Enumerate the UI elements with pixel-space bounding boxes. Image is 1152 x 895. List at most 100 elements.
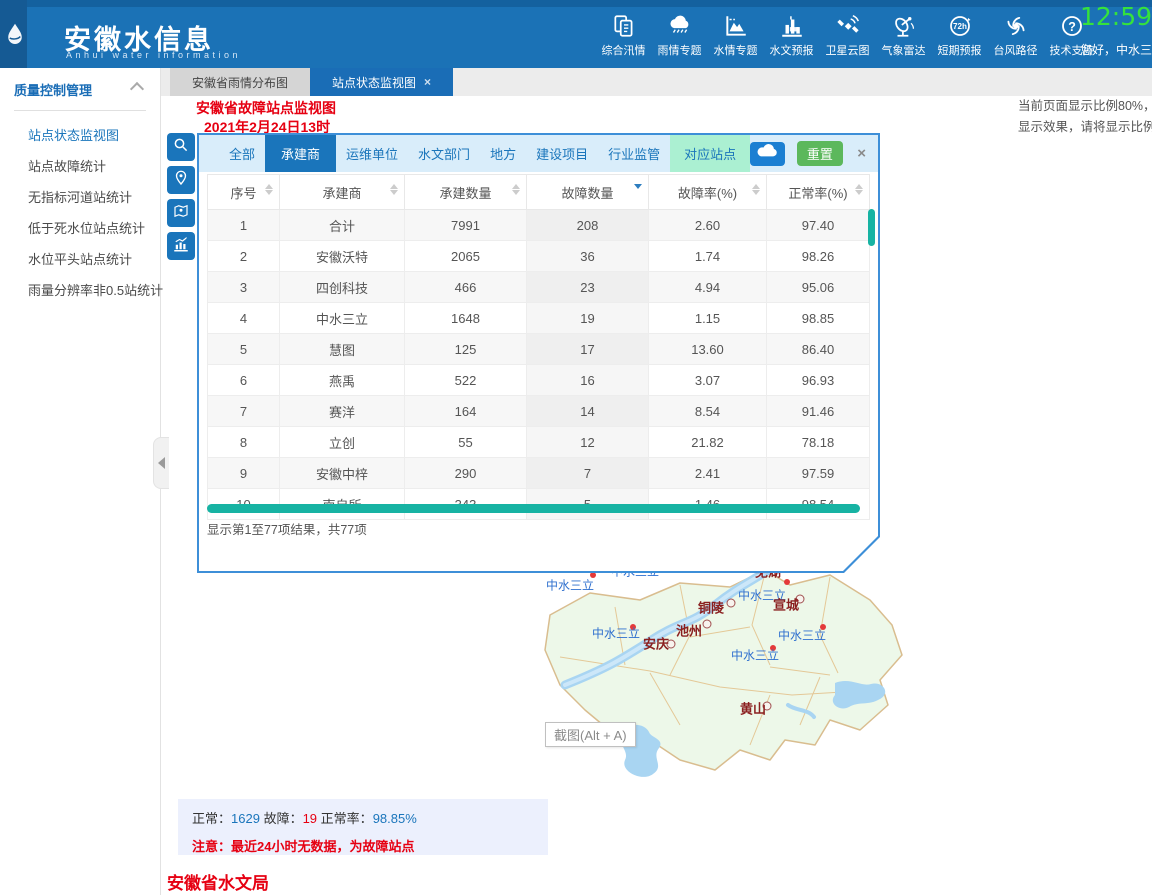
table-cell: 97.40: [767, 210, 870, 241]
city-label-宣城[interactable]: 宣城: [773, 595, 799, 614]
sidebar: 质量控制管理 站点状态监视图站点故障统计无指标河道站统计低于死水位站点统计水位平…: [0, 68, 161, 895]
search-button[interactable]: [167, 133, 195, 161]
filter-contractor[interactable]: 承建商: [265, 135, 336, 172]
table-cell: 7: [208, 396, 280, 427]
column-header[interactable]: 故障率(%): [649, 175, 767, 210]
filter-maintenance-unit[interactable]: 运维单位: [336, 135, 408, 172]
result-summary: 显示第1至77项结果，共77项: [207, 519, 367, 538]
table-row[interactable]: 8立创551221.8278.18: [208, 427, 870, 458]
nav-item-comprehensive-flood[interactable]: 综合汛情: [600, 12, 647, 58]
sidebar-group-quality-control[interactable]: 质量控制管理: [14, 80, 146, 111]
table-row[interactable]: 6燕禹522163.0796.93: [208, 365, 870, 396]
table-cell: 98.85: [767, 303, 870, 334]
screenshot-tooltip: 截图(Alt + A): [545, 722, 636, 747]
table-cell: 21.82: [649, 427, 767, 458]
sort-icon[interactable]: [752, 184, 760, 195]
table-row[interactable]: 4中水三立1648191.1598.85: [208, 303, 870, 334]
sort-icon[interactable]: [265, 184, 273, 195]
table-cell: 1648: [405, 303, 527, 334]
sidebar-item-flat-water-level-stats[interactable]: 水位平头站点统计: [0, 243, 160, 274]
vertical-scrollbar[interactable]: [868, 209, 875, 246]
table-row[interactable]: 7赛洋164148.5491.46: [208, 396, 870, 427]
dialog-body: 全部承建商运维单位水文部门地方建设项目行业监管对应站点 重置 × 序号承建商承建…: [199, 135, 878, 571]
nav-label: 综合汛情: [602, 42, 646, 58]
nav-label: 台风路径: [994, 42, 1038, 58]
sidebar-item-station-fault-stats[interactable]: 站点故障统计: [0, 150, 160, 181]
sidebar-item-rain-resolution-stats[interactable]: 雨量分辨率非0.5站统计: [0, 274, 160, 305]
filter-construction-project[interactable]: 建设项目: [526, 135, 598, 172]
sort-icon[interactable]: [512, 184, 520, 195]
normal-label: 正常：: [192, 811, 231, 826]
cloud-icon: [757, 144, 777, 163]
table-cell: 55: [405, 427, 527, 458]
nav-label: 水文预报: [770, 42, 814, 58]
tab-label: 安徽省雨情分布图: [192, 74, 288, 91]
city-label-安庆[interactable]: 安庆: [643, 634, 669, 653]
column-label: 承建数量: [439, 186, 491, 201]
status-summary: 正常：1629 故障：19 正常率：98.85%: [192, 808, 534, 827]
column-header[interactable]: 序号: [208, 175, 280, 210]
tab-rain-distribution[interactable]: 安徽省雨情分布图: [170, 68, 310, 96]
tab-close-icon[interactable]: ×: [424, 75, 431, 89]
nav-item-satellite-cloud[interactable]: 卫星云图: [824, 12, 871, 58]
tab-label: 站点状态监视图: [332, 74, 416, 91]
column-header[interactable]: 故障数量: [527, 175, 649, 210]
table-row[interactable]: 9安徽中梓29072.4197.59: [208, 458, 870, 489]
nav-item-weather-radar[interactable]: 气象雷达: [880, 12, 927, 58]
sort-icon[interactable]: [390, 184, 398, 195]
status-note: 注意：最近24小时无数据，为故障站点: [192, 836, 534, 855]
filter-all[interactable]: 全部: [219, 135, 265, 172]
column-header[interactable]: 正常率(%): [767, 175, 870, 210]
dialog-close-icon[interactable]: ×: [857, 145, 866, 162]
sidebar-item-no-indicator-river-stats[interactable]: 无指标河道站统计: [0, 181, 160, 212]
sidebar-item-station-status-map[interactable]: 站点状态监视图: [0, 119, 160, 150]
nav-item-typhoon-path[interactable]: 台风路径: [992, 12, 1039, 58]
statistics-button[interactable]: [167, 232, 195, 260]
tab-station-status[interactable]: 站点状态监视图 ×: [310, 68, 453, 96]
column-header[interactable]: 承建数量: [405, 175, 527, 210]
province-map[interactable]: 中水三立中水三立中水三立中水三立中水三立中水三立芜湖铜陵宣城池州安庆黄山: [530, 545, 920, 800]
map-pin-icon: [172, 202, 190, 225]
map-layers-button[interactable]: [167, 199, 195, 227]
table-cell: 慧图: [280, 334, 405, 365]
sidebar-item-below-dead-level-stats[interactable]: 低于死水位站点统计: [0, 212, 160, 243]
table-cell: 16: [527, 365, 649, 396]
nav-item-water-topic[interactable]: 水情专题: [712, 12, 759, 58]
fault-label: 故障：: [264, 811, 303, 826]
satellite-icon: [835, 12, 861, 40]
horizontal-scrollbar[interactable]: [207, 504, 860, 513]
table-cell: 9: [208, 458, 280, 489]
column-label: 故障数量: [561, 186, 613, 201]
sort-desc-icon[interactable]: [634, 184, 642, 189]
nav-item-hydro-forecast[interactable]: 水文预报: [768, 12, 815, 58]
rain-cloud-icon: [666, 12, 694, 40]
header-nav: 综合汛情雨情专题水情专题水文预报卫星云图气象雷达72h短期预报台风路径?技术支持: [600, 12, 1095, 58]
clock-block: 12:59 您好，中水三: [1080, 2, 1152, 66]
cloud-button[interactable]: [750, 142, 785, 166]
city-label-黄山[interactable]: 黄山: [740, 699, 766, 718]
city-label-池州[interactable]: 池州: [676, 621, 702, 640]
nav-item-short-term-forecast[interactable]: 72h短期预报: [936, 12, 983, 58]
table-cell: 6: [208, 365, 280, 396]
filter-hydrology-dept[interactable]: 水文部门: [408, 135, 480, 172]
table-row[interactable]: 1合计79912082.6097.40: [208, 210, 870, 241]
table-cell: 78.18: [767, 427, 870, 458]
nav-item-rain-topic[interactable]: 雨情专题: [656, 12, 703, 58]
reset-button[interactable]: 重置: [797, 141, 844, 166]
table-row[interactable]: 5慧图1251713.6086.40: [208, 334, 870, 365]
search-icon: [172, 136, 190, 159]
filter-corresponding-station[interactable]: 对应站点: [670, 135, 750, 172]
table-row[interactable]: 3四创科技466234.9495.06: [208, 272, 870, 303]
zoom-notice-line1: 当前页面显示比例80%，: [1018, 96, 1152, 117]
table-head: 序号承建商 承建数量 故障数量 故障率(%)正常率(%): [208, 175, 870, 210]
filter-local[interactable]: 地方: [480, 135, 526, 172]
sidebar-collapse-handle[interactable]: [153, 437, 169, 489]
table-row[interactable]: 2安徽沃特2065361.7498.26: [208, 241, 870, 272]
filter-industry-supervision[interactable]: 行业监管: [598, 135, 670, 172]
map-toolbar: [167, 133, 195, 260]
station-label: 中水三立: [731, 647, 779, 664]
city-label-铜陵[interactable]: 铜陵: [698, 598, 724, 617]
locate-button[interactable]: [167, 166, 195, 194]
column-header[interactable]: 承建商: [280, 175, 405, 210]
sort-icon[interactable]: [855, 184, 863, 195]
